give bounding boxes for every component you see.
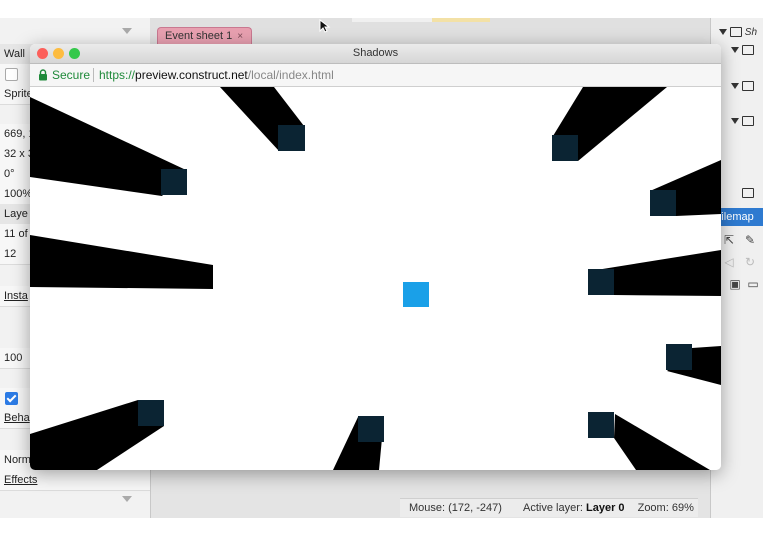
folder-icon — [742, 45, 754, 56]
tab-close-icon[interactable]: × — [237, 31, 243, 42]
wall-shadow — [30, 235, 213, 289]
expand-arrow-icon[interactable] — [719, 29, 727, 36]
active-layer-value: Layer 0 — [586, 502, 625, 514]
uid-value: 12 — [4, 248, 17, 260]
tab-label: Event sheet 1 — [165, 30, 233, 42]
wall-block — [138, 400, 164, 426]
project-root[interactable]: Sh — [719, 27, 757, 41]
wall-block — [278, 125, 305, 151]
pointer-icon[interactable]: ⇱ — [723, 234, 735, 246]
address-divider — [93, 68, 94, 82]
toolbar-strip — [352, 18, 432, 22]
zoom-value: 69% — [671, 502, 694, 514]
tree-folder[interactable] — [731, 81, 754, 95]
wall-block — [358, 416, 384, 442]
angle-value: 0° — [4, 168, 15, 180]
folder-icon — [730, 27, 742, 38]
wall-block — [666, 344, 692, 370]
toolbar-strip-highlight — [432, 18, 490, 22]
instance-vars-link[interactable]: Insta — [4, 290, 28, 302]
mouse-cursor-icon — [319, 19, 331, 33]
effects-row[interactable]: Effects — [0, 470, 150, 491]
player-light-block — [403, 282, 429, 307]
folder-icon[interactable]: ▭ — [747, 278, 759, 290]
url-text[interactable]: https://preview.construct.net/local/inde… — [99, 68, 334, 82]
elevation-value: 100 — [4, 352, 23, 364]
rotate-icon[interactable]: ↻ — [744, 256, 756, 268]
lock-icon — [39, 69, 47, 81]
expand-arrow-icon[interactable] — [731, 47, 739, 54]
wall-block — [161, 169, 187, 195]
tree-folder[interactable] — [731, 45, 754, 59]
scroll-up-icon[interactable] — [122, 28, 132, 34]
folder-icon — [742, 81, 754, 92]
expand-arrow-icon[interactable] — [731, 118, 739, 125]
status-bar: Mouse: (172, -247) Active layer: Layer 0… — [400, 498, 698, 517]
blend-mode-value: Norm — [4, 454, 31, 466]
behaviors-link[interactable]: Beha — [4, 412, 30, 424]
save-icon[interactable]: ▣ — [729, 278, 741, 290]
plugin-label: Sprite — [4, 88, 33, 100]
eraser-icon[interactable]: ◁ — [723, 256, 735, 268]
folder-icon — [742, 116, 754, 127]
window-title: Shadows — [352, 47, 399, 59]
visible-checkbox[interactable] — [5, 68, 18, 81]
wall-shadow — [614, 414, 710, 470]
expand-arrow-icon[interactable] — [731, 83, 739, 90]
tab-event-sheet-1[interactable]: Event sheet 1 × — [157, 27, 253, 45]
secure-label: Secure — [52, 68, 91, 82]
wall-block — [588, 412, 614, 438]
window-titlebar[interactable]: Shadows — [30, 44, 721, 64]
active-layer-label: Active layer: — [523, 502, 583, 514]
url-host: preview.construct.net — [135, 68, 248, 82]
preview-window: Shadows Secure https://preview.construct… — [30, 44, 721, 470]
effects-link[interactable]: Effects — [4, 474, 37, 486]
pencil-icon[interactable]: ✎ — [744, 234, 756, 246]
url-path: /local/index.html — [247, 68, 334, 82]
address-bar[interactable]: Secure https://preview.construct.net/loc… — [30, 64, 721, 87]
enabled-checkbox[interactable] — [5, 392, 18, 405]
folder-icon — [742, 188, 754, 199]
mouse-coordinates: (172, -247) — [448, 502, 502, 514]
scroll-down-icon[interactable] — [122, 496, 132, 502]
instance-count: 11 of — [4, 228, 28, 240]
wall-block — [552, 135, 578, 161]
game-canvas[interactable] — [30, 87, 721, 470]
object-name: Wall — [4, 48, 25, 60]
tree-folder[interactable] — [742, 188, 754, 202]
mouse-label: Mouse: — [409, 502, 446, 514]
url-scheme: https:// — [99, 68, 136, 82]
wall-block — [650, 190, 676, 216]
zoom-label: Zoom: — [637, 502, 669, 514]
editor-tab-bar: Event sheet 1 × — [150, 18, 710, 45]
project-root-label: Sh — [744, 27, 758, 38]
wall-block — [588, 269, 614, 295]
opacity-value: 100% — [4, 188, 33, 200]
tree-folder[interactable] — [731, 116, 754, 130]
layer-section-label: Laye — [4, 208, 28, 220]
